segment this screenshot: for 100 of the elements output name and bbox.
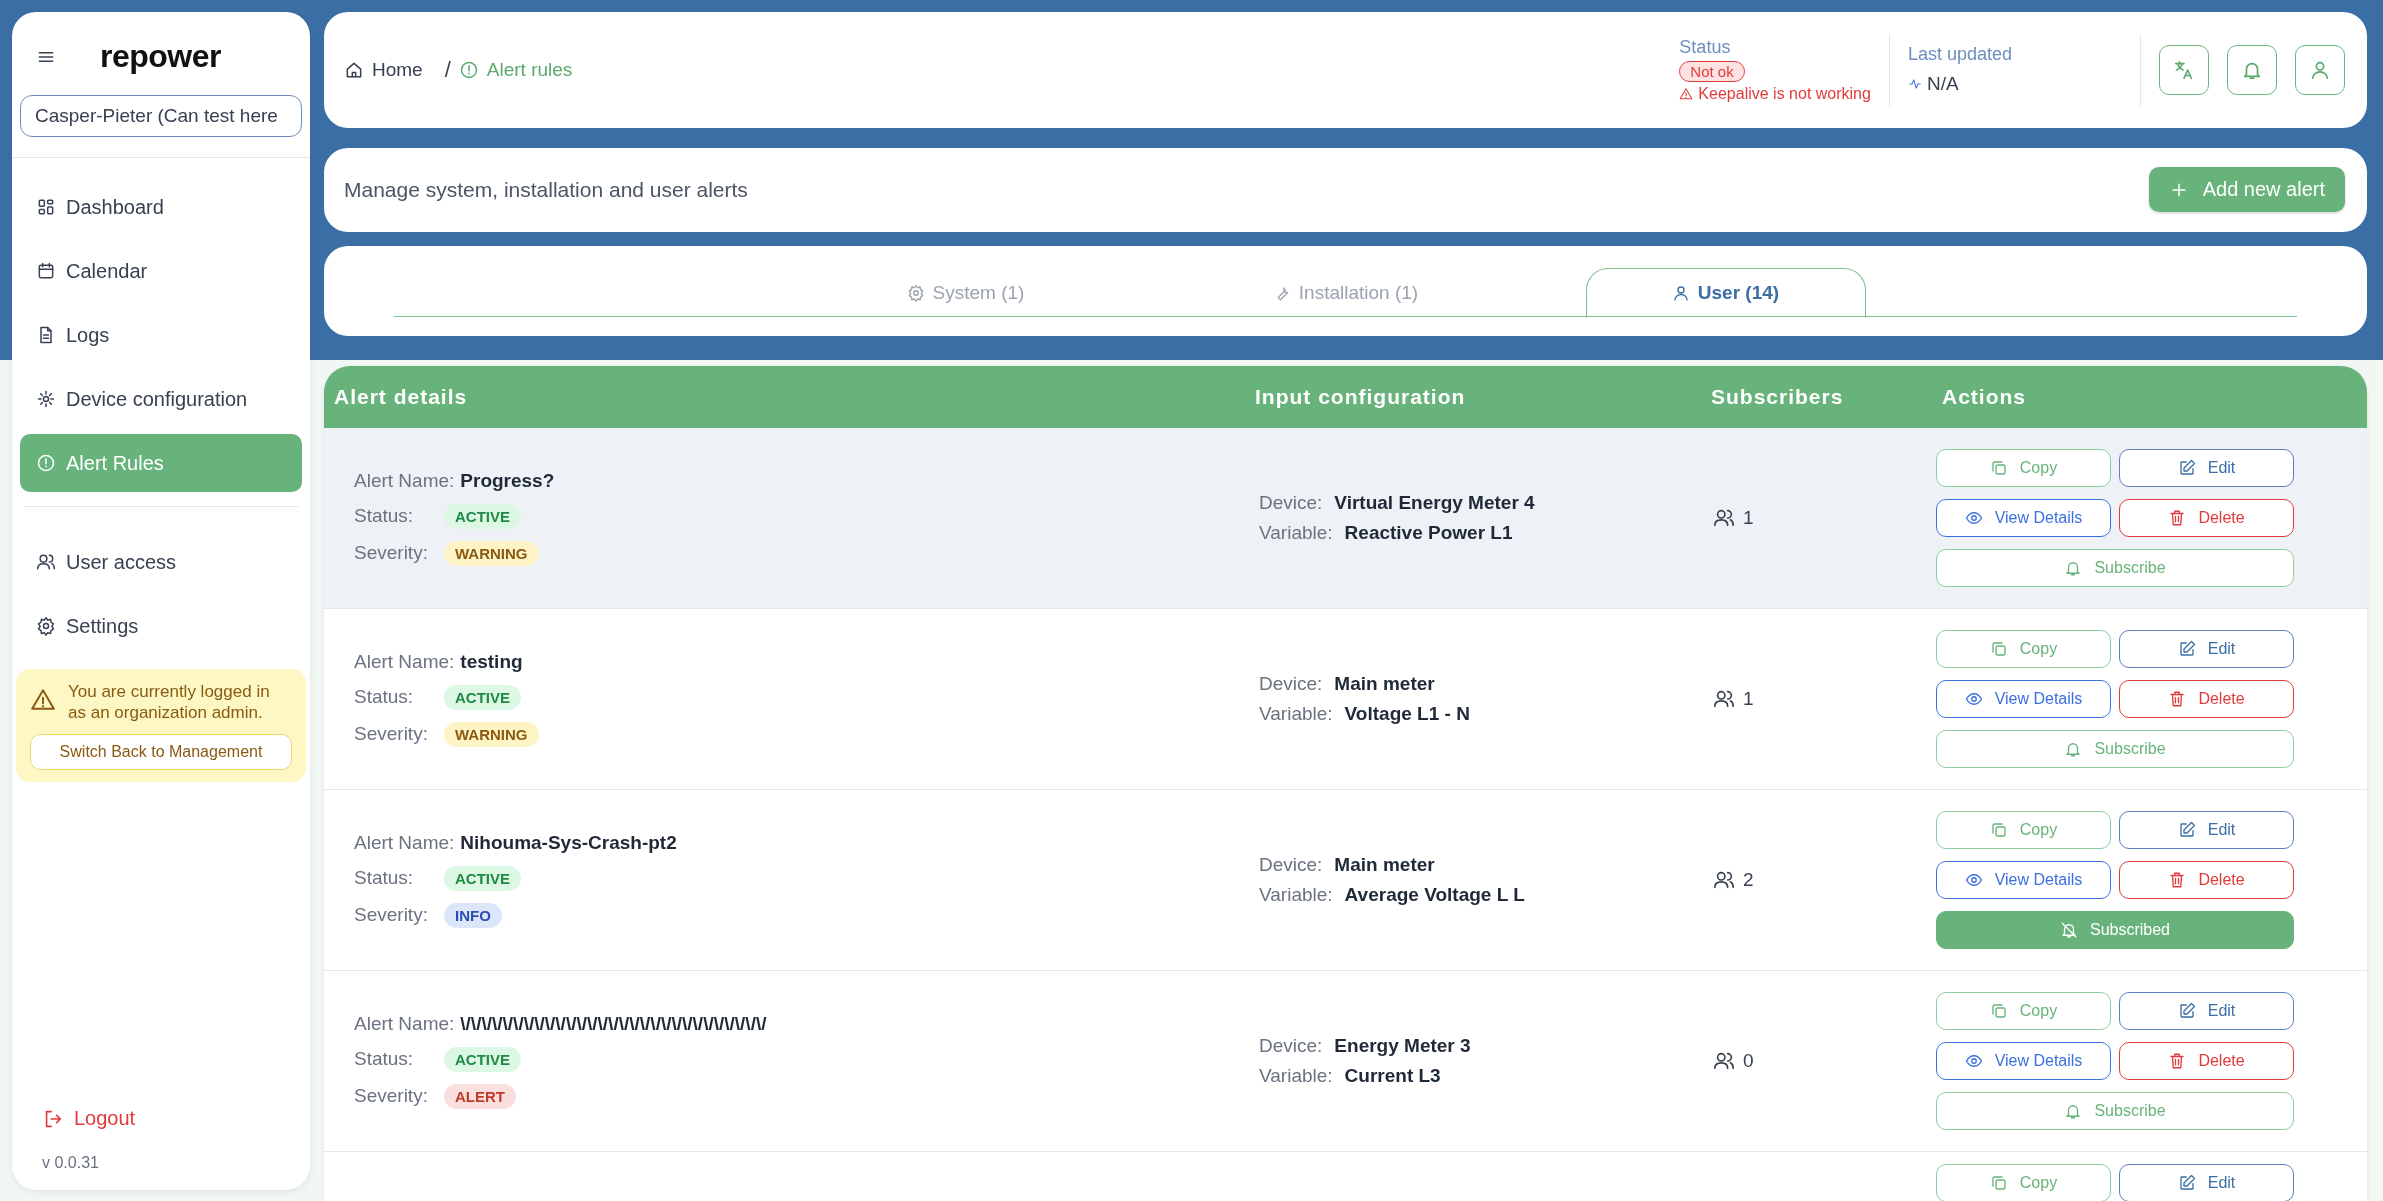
bell-off-icon	[2059, 920, 2078, 939]
subscriber-count: 2	[1743, 868, 1754, 891]
device-name: Main meter	[1334, 853, 1435, 876]
notifications-button[interactable]	[2227, 44, 2277, 95]
trash-icon	[2168, 1051, 2187, 1070]
column-header: Subscribers	[1710, 384, 1845, 409]
delete-button[interactable]: Delete	[2119, 1041, 2294, 1080]
edit-button[interactable]: Edit	[2119, 810, 2294, 849]
alert-name: Progress?	[460, 469, 555, 492]
edit-button[interactable]: Edit	[2119, 1163, 2294, 1201]
nav-item[interactable]: Calendar	[20, 242, 302, 300]
subscribe-button[interactable]: Subscribe	[1936, 729, 2294, 768]
nav-item[interactable]: User access	[20, 533, 302, 591]
copy-button[interactable]: Copy	[1936, 1163, 2111, 1201]
copy-button[interactable]: Copy	[1936, 810, 2111, 849]
field-label: Device:	[1259, 672, 1323, 695]
status-badge: ACTIVE	[444, 503, 521, 529]
edit-icon	[2177, 1001, 2196, 1020]
logout-link[interactable]: Logout	[12, 1107, 310, 1130]
tab[interactable]: User (14)	[1585, 267, 1866, 318]
alert-name: Nihouma-Sys-Crash-pt2	[460, 831, 677, 854]
copy-icon	[1989, 820, 2008, 839]
breadcrumb-link[interactable]: Home	[344, 58, 423, 81]
copy-icon	[1989, 639, 2008, 658]
nav-item[interactable]: Dashboard	[20, 178, 302, 236]
edit-icon	[2177, 458, 2196, 477]
field-label: Status:	[354, 867, 415, 890]
edit-button[interactable]: Edit	[2119, 448, 2294, 487]
view-details-button[interactable]: View Details	[1936, 498, 2111, 537]
copy-button[interactable]: Copy	[1936, 991, 2111, 1030]
field-label: Status:	[354, 505, 415, 528]
variable-name: Reactive Power L1	[1344, 521, 1513, 544]
page-description: Manage system, installation and user alerts	[344, 178, 748, 202]
copy-button[interactable]: Copy	[1936, 629, 2111, 668]
status-message: Keepalive is not working	[1698, 84, 1871, 103]
dashboard-grid-icon	[36, 197, 56, 217]
tab[interactable]: Installation (1)	[1205, 267, 1486, 318]
breadcrumb-link[interactable]: Alert rules	[458, 58, 573, 81]
notice-text: You are currently logged in as an organization admin.	[68, 681, 271, 724]
version-text: v 0.0.31	[41, 1153, 100, 1172]
subscriber-count: 1	[1743, 687, 1754, 710]
logo: repower	[100, 38, 221, 75]
activity-icon	[1907, 77, 1922, 92]
delete-button[interactable]: Delete	[2119, 679, 2294, 718]
device-name: Main meter	[1334, 672, 1435, 695]
translate-button[interactable]	[2159, 44, 2209, 95]
status-badge: ACTIVE	[444, 1046, 521, 1072]
copy-icon	[1989, 1173, 2008, 1192]
field-label: Severity:	[354, 904, 429, 927]
copy-button[interactable]: Copy	[1936, 448, 2111, 487]
trash-icon	[2168, 870, 2187, 889]
delete-button[interactable]: Delete	[2119, 498, 2294, 537]
edit-button[interactable]: Edit	[2119, 991, 2294, 1030]
view-details-button[interactable]: View Details	[1936, 1041, 2111, 1080]
copy-icon	[1989, 1001, 2008, 1020]
subscriber-count: 0	[1743, 1049, 1754, 1072]
users-icon	[36, 552, 56, 572]
add-alert-button[interactable]: Add new alert	[2148, 167, 2345, 213]
status-label: Status	[1679, 36, 1732, 58]
subscribe-button[interactable]: Subscribe	[1936, 548, 2294, 587]
status-badge: ACTIVE	[444, 865, 521, 891]
field-label: Alert Name:	[354, 650, 455, 673]
field-label: Variable:	[1259, 883, 1333, 906]
edit-icon	[2177, 820, 2196, 839]
subscribe-button[interactable]: Subscribed	[1936, 910, 2294, 949]
variable-name: Average Voltage L L	[1344, 883, 1525, 906]
nav-item[interactable]: Settings	[20, 597, 302, 655]
field-label: Variable:	[1259, 521, 1333, 544]
field-label: Variable:	[1259, 1064, 1333, 1087]
view-details-button[interactable]: View Details	[1936, 860, 2111, 899]
organization-select[interactable]: Casper-Pieter (Can test here	[20, 95, 302, 137]
calendar-icon	[36, 261, 56, 281]
nav-item[interactable]: Logs	[20, 306, 302, 364]
device-name: Virtual Energy Meter 4	[1334, 491, 1535, 514]
column-header: Actions	[1941, 384, 2027, 409]
field-label: Status:	[354, 1048, 415, 1071]
switch-back-button[interactable]: Switch Back to Management	[30, 733, 292, 770]
view-details-button[interactable]: View Details	[1936, 679, 2111, 718]
field-label: Device:	[1259, 1034, 1323, 1057]
tab[interactable]: System (1)	[825, 267, 1106, 318]
field-label: Variable:	[1259, 702, 1333, 725]
field-label: Device:	[1259, 491, 1323, 514]
device-name: Energy Meter 3	[1334, 1034, 1471, 1057]
warning-icon	[1679, 86, 1694, 101]
subscribe-button[interactable]: Subscribe	[1936, 1091, 2294, 1130]
delete-button[interactable]: Delete	[2119, 860, 2294, 899]
nav-item[interactable]: Device configuration	[20, 370, 302, 428]
nav-item[interactable]: Alert Rules	[20, 434, 302, 492]
edit-button[interactable]: Edit	[2119, 629, 2294, 668]
status-badge: ACTIVE	[444, 684, 521, 710]
field-label: Severity:	[354, 542, 429, 565]
severity-badge: INFO	[444, 902, 502, 928]
field-label: Alert Name:	[354, 1012, 455, 1035]
variable-name: Current L3	[1344, 1064, 1441, 1087]
breadcrumb-separator: /	[444, 56, 451, 83]
profile-button[interactable]	[2295, 44, 2345, 95]
trash-icon	[2168, 689, 2187, 708]
severity-badge: ALERT	[444, 1083, 516, 1109]
field-label: Alert Name:	[354, 831, 455, 854]
settings-icon	[36, 616, 56, 636]
